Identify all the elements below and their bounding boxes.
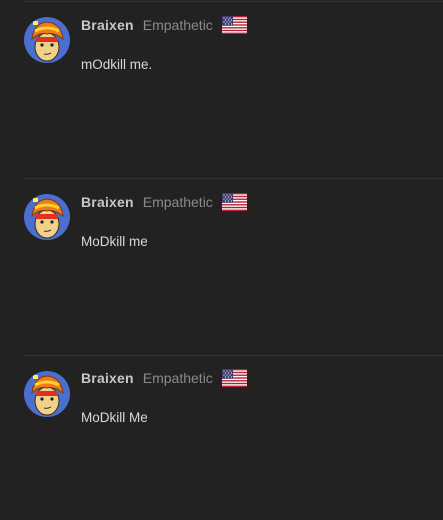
username[interactable]: Braixen [81, 370, 134, 386]
username[interactable]: Braixen [81, 17, 134, 33]
post-divider [24, 1, 443, 2]
user-title: Empathetic [142, 194, 213, 210]
us-flag-icon [221, 16, 247, 34]
message-text: mOdkill me. [81, 57, 153, 72]
post-header: Braixen Empathetic [81, 15, 247, 35]
post-divider [24, 355, 443, 356]
chat-post: Braixen Empathetic MoDkill Me [0, 355, 443, 520]
username[interactable]: Braixen [81, 194, 134, 210]
chat-post: Braixen Empathetic MoDkill me [0, 178, 443, 355]
user-title: Empathetic [142, 17, 213, 33]
message-text: MoDkill me [81, 234, 148, 249]
avatar[interactable] [24, 17, 70, 63]
us-flag-icon [221, 369, 247, 387]
us-flag-icon [221, 193, 247, 211]
post-header: Braixen Empathetic [81, 192, 247, 212]
avatar[interactable] [24, 371, 70, 417]
post-divider [24, 178, 443, 179]
post-header: Braixen Empathetic [81, 368, 247, 388]
user-title: Empathetic [142, 370, 213, 386]
message-text: MoDkill Me [81, 410, 148, 425]
chat-post: Braixen Empathetic mOdkill me. [0, 0, 443, 178]
avatar[interactable] [24, 194, 70, 240]
